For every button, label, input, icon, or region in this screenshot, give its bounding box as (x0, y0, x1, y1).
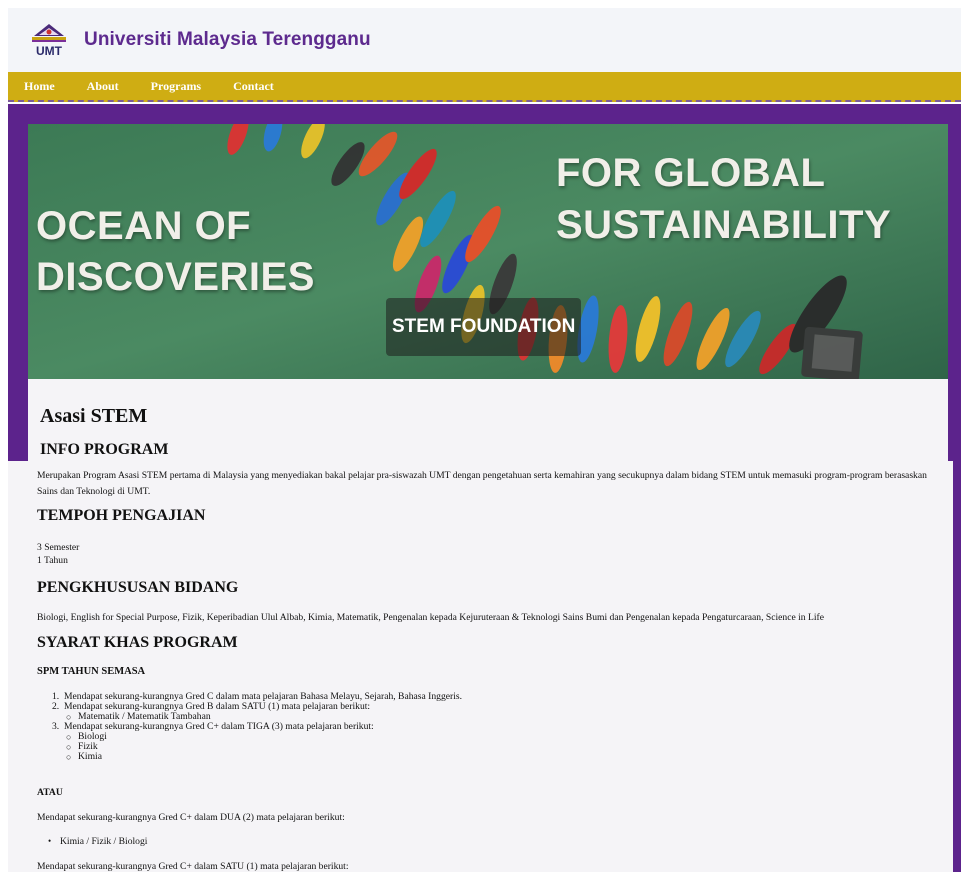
list-item: 3. Mendapat sekurang-kurangnya Gred C+ da… (52, 721, 374, 732)
list-item: • Kimia / Fizik / Biologi (48, 836, 147, 847)
info-heading: INFO PROGRAM (40, 441, 169, 458)
site-header: UMT Universiti Malaysia Terengganu (8, 8, 961, 72)
req-3: Mendapat sekurang-kurangnya Gred C+ dala… (64, 721, 374, 732)
logo-text: UMT (36, 44, 63, 58)
alt-requirement-2: Mendapat sekurang-kurangnya Gred C+ dala… (37, 861, 349, 872)
nav-contact[interactable]: Contact (233, 79, 274, 94)
page-title: Asasi STEM (40, 405, 148, 427)
umt-logo[interactable]: UMT (26, 20, 72, 60)
bidang-text: Biologi, English for Special Purpose, Fi… (37, 612, 824, 623)
nav-home[interactable]: Home (24, 79, 55, 94)
spm-heading: SPM TAHUN SEMASA (37, 666, 146, 677)
info-text: Merupakan Program Asasi STEM pertama di … (37, 470, 927, 497)
alt-1-item: Kimia / Fizik / Biologi (60, 836, 148, 847)
tempoh-year: 1 Tahun (37, 555, 68, 566)
main-nav: Home About Programs Contact (8, 72, 961, 102)
tempoh-text: 3 Semester 1 Tahun (37, 541, 79, 567)
list-item: ○ Fizik (52, 742, 462, 753)
site-title: Universiti Malaysia Terengganu (84, 29, 371, 50)
list-item: ○ Biologi (52, 732, 462, 743)
atau-label: ATAU (37, 787, 63, 798)
stem-foundation-badge: STEM FOUNDATION (386, 298, 582, 356)
disc-bullet-icon: • (48, 836, 52, 846)
hero-line-3: FOR GLOBAL (556, 151, 826, 195)
nav-programs[interactable]: Programs (151, 79, 201, 94)
hero-line-2: DISCOVERIES (36, 255, 315, 299)
bidang-heading: PENGKHUSUSAN BIDANG (37, 579, 239, 596)
requirements-list: 1. Mendapat sekurang-kurangnya Gred C dal… (52, 692, 462, 763)
circle-bullet-icon: ○ (66, 742, 72, 752)
list-item: ○ Kimia (52, 751, 462, 763)
tempoh-heading: TEMPOH PENGAJIAN (37, 507, 206, 524)
nav-about[interactable]: About (87, 79, 119, 94)
circle-bullet-icon: ○ (66, 752, 72, 762)
syarat-heading: SYARAT KHAS PROGRAM (37, 634, 238, 651)
alt-requirement-1: Mendapat sekurang-kurangnya Gred C+ dala… (37, 812, 345, 823)
hero-line-4: SUSTAINABILITY (556, 203, 892, 247)
tempoh-semester: 3 Semester (37, 542, 80, 553)
req-3-sub-3: Kimia (78, 751, 102, 762)
hero-line-1: OCEAN OF (36, 204, 252, 248)
circle-bullet-icon: ○ (66, 732, 72, 742)
hero-banner: OCEAN OF DISCOVERIES FOR GLOBAL SUSTAINA… (28, 124, 948, 379)
